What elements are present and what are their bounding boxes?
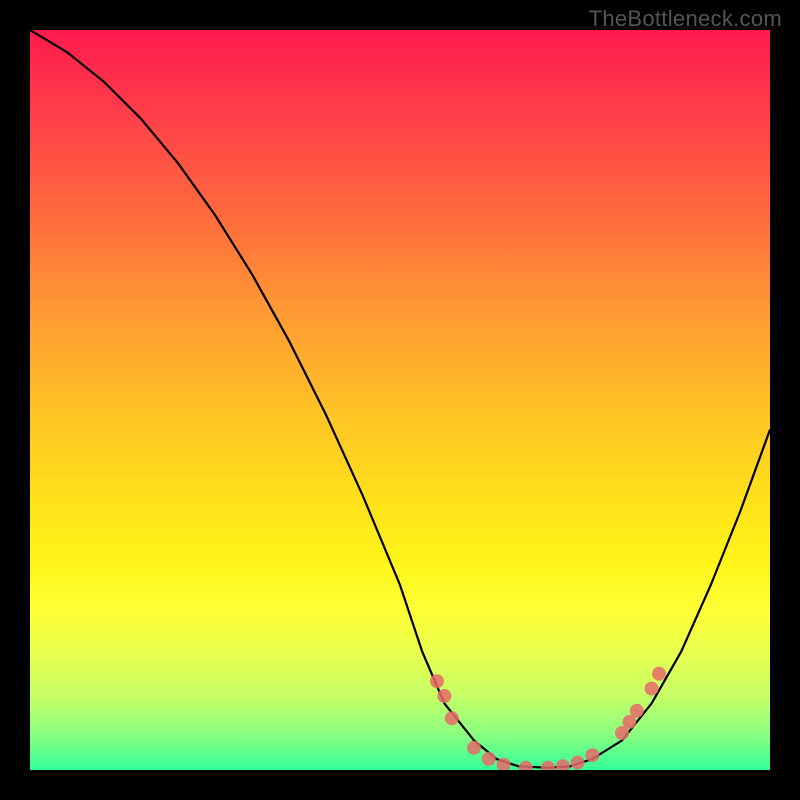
data-marker (519, 761, 533, 770)
data-marker (437, 689, 451, 703)
data-marker (445, 711, 459, 725)
watermark-text: TheBottleneck.com (589, 6, 782, 32)
data-marker (482, 752, 496, 766)
data-marker (652, 667, 666, 681)
chart-svg (30, 30, 770, 770)
marker-group (430, 667, 666, 770)
data-marker (541, 761, 555, 770)
chart-plot-area (30, 30, 770, 770)
data-marker (585, 748, 599, 762)
curve-line (30, 30, 770, 768)
data-marker (430, 674, 444, 688)
data-marker (645, 682, 659, 696)
data-marker (467, 741, 481, 755)
data-marker (630, 704, 644, 718)
data-marker (556, 759, 570, 770)
data-marker (571, 756, 585, 770)
